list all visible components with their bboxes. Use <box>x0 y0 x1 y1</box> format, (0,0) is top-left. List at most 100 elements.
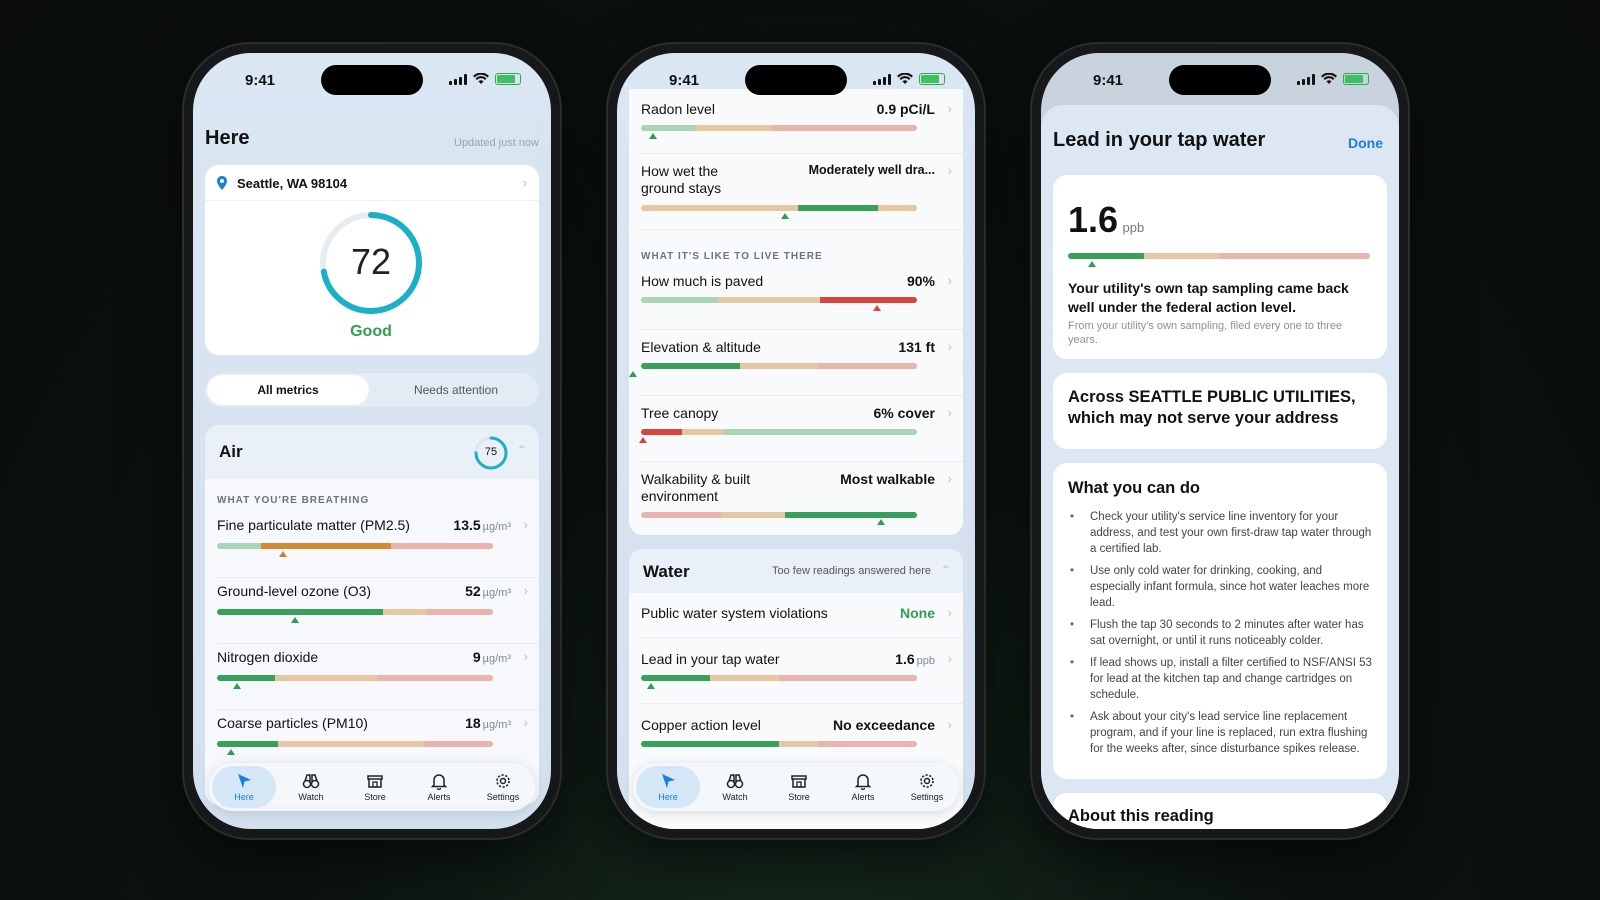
divider <box>641 153 963 154</box>
metric-value: 13.5 µg/m³ <box>453 517 511 533</box>
metric-name: Tree canopy <box>641 405 719 421</box>
sheet-title: Lead in your tap water <box>1053 129 1266 151</box>
seg-all-metrics[interactable]: All metrics <box>207 375 369 405</box>
metric-row-copper[interactable]: Copper action level No exceedance › <box>629 711 963 767</box>
tab-store[interactable]: Store <box>767 763 831 811</box>
chevron-right-icon: › <box>947 163 952 178</box>
page-title: Here <box>205 127 250 149</box>
metric-marker <box>233 683 241 689</box>
metric-value: 9 µg/m³ <box>472 649 511 665</box>
metric-bar <box>641 363 917 369</box>
tab-store[interactable]: Store <box>343 763 407 811</box>
phone-lead-detail: 9:41 Lead in your tap water Done 1.6 ppb… <box>1032 44 1408 838</box>
gear-icon <box>496 774 510 788</box>
metric-name: Copper action level <box>641 717 761 733</box>
metric-row-wet-ground[interactable]: How wet the ground stays Moderately well… <box>629 157 963 227</box>
metric-row-paved[interactable]: How much is paved 90% › <box>629 267 963 323</box>
metric-name: Elevation & altitude <box>641 339 761 355</box>
metric-marker <box>227 749 235 755</box>
chevron-right-icon: › <box>947 405 952 420</box>
metric-bar <box>217 741 493 747</box>
metric-marker <box>279 551 287 557</box>
metric-row-pm25[interactable]: Fine particulate matter (PM2.5) 13.5 µg/m… <box>205 513 539 577</box>
chevron-up-icon: ⌃ <box>940 563 951 578</box>
metric-row-tree-canopy[interactable]: Tree canopy 6% cover › <box>629 399 963 455</box>
metric-value: Moderately well dra... <box>808 163 935 177</box>
air-card: Air 75 ⌃ WHAT YOU'RE BREATHING Fine part… <box>205 425 539 805</box>
metric-bar <box>217 543 493 549</box>
dynamic-island <box>1169 65 1271 95</box>
air-header[interactable]: Air 75 ⌃ <box>205 425 539 479</box>
bell-icon <box>854 774 872 790</box>
done-button[interactable]: Done <box>1348 135 1383 151</box>
location-pin-icon <box>217 176 227 190</box>
metric-row-lead[interactable]: Lead in your tap water 1.6 ppb › <box>629 645 963 701</box>
signal-icon <box>873 73 891 85</box>
metric-value: No exceedance <box>833 717 935 733</box>
battery-icon <box>495 73 521 85</box>
metric-bar <box>641 741 917 747</box>
chevron-right-icon: › <box>947 717 952 732</box>
score-label: Good <box>350 323 392 340</box>
divider <box>641 637 963 638</box>
metric-name: Lead in your tap water <box>641 651 780 667</box>
tab-watch[interactable]: Watch <box>703 763 767 811</box>
todo-item: If lead shows up, install a filter certi… <box>1068 655 1373 703</box>
location-card: Seattle, WA 98104 › 72 Good <box>205 165 539 355</box>
metric-marker <box>781 213 789 219</box>
water-title: Water <box>643 562 690 581</box>
navigation-arrow-icon <box>238 774 251 788</box>
tab-settings[interactable]: Settings <box>895 763 959 811</box>
metric-marker <box>877 519 885 525</box>
metric-value: 6% cover <box>873 405 935 421</box>
live-section-label: WHAT IT'S LIKE TO LIVE THERE <box>641 251 823 262</box>
score-value: 72 <box>350 241 392 282</box>
divider <box>641 703 963 704</box>
metric-row-ozone[interactable]: Ground-level ozone (O3) 52 µg/m³ › <box>205 581 539 645</box>
todo-list: Check your utility's service line invent… <box>1068 509 1373 763</box>
phone-screen: 9:41 Here Updated just now Seattle, WA 9… <box>193 53 551 829</box>
tab-here[interactable]: Here <box>212 766 276 808</box>
phone-screen: 9:41 Lead in your tap water Done 1.6 ppb… <box>1041 53 1399 829</box>
seg-needs-attention[interactable]: Needs attention <box>375 375 537 405</box>
about-card[interactable]: About this reading <box>1053 793 1387 829</box>
air-section-label: WHAT YOU'RE BREATHING <box>217 495 370 506</box>
binoculars-icon <box>726 774 744 789</box>
todo-card: What you can do Check your utility's ser… <box>1053 463 1387 779</box>
bell-icon <box>430 774 448 790</box>
metric-name: Fine particulate matter (PM2.5) <box>217 517 410 533</box>
tab-here[interactable]: Here <box>636 766 700 808</box>
water-header[interactable]: Water Too few readings answered here ⌃ <box>629 549 963 593</box>
divider <box>217 643 539 644</box>
chevron-right-icon: › <box>947 471 952 486</box>
metric-bar <box>217 609 493 615</box>
chevron-right-icon: › <box>947 339 952 354</box>
metric-row-no2[interactable]: Nitrogen dioxide 9 µg/m³ › <box>205 647 539 711</box>
metric-row-elevation[interactable]: Elevation & altitude 131 ft › <box>629 333 963 389</box>
status-time: 9:41 <box>1093 72 1124 89</box>
status-bar: 9:41 <box>617 53 975 105</box>
reading-marker <box>1088 261 1096 267</box>
location-row[interactable]: Seattle, WA 98104 › <box>205 165 539 201</box>
status-time: 9:41 <box>669 72 700 89</box>
tab-alerts[interactable]: Alerts <box>831 763 895 811</box>
todo-title: What you can do <box>1068 479 1200 497</box>
metric-value: 52 µg/m³ <box>465 583 511 599</box>
metric-marker <box>647 683 655 689</box>
signal-icon <box>1297 73 1315 85</box>
signal-icon <box>449 73 467 85</box>
todo-item: Flush the tap 30 seconds to 2 minutes af… <box>1068 617 1373 649</box>
metric-row-walkability[interactable]: Walkability & built environment Most wal… <box>629 465 963 531</box>
chevron-right-icon: › <box>523 517 528 532</box>
tab-settings[interactable]: Settings <box>471 763 535 811</box>
location-label: Seattle, WA 98104 <box>237 176 348 191</box>
chevron-right-icon: › <box>947 605 952 620</box>
chevron-up-icon: ⌃ <box>516 443 527 458</box>
status-time: 9:41 <box>245 72 276 89</box>
reading-bar <box>1068 253 1370 259</box>
environment-card: Radon level 0.9 pCi/L › How wet the grou… <box>629 89 963 535</box>
dynamic-island <box>321 65 423 95</box>
metric-row-violations[interactable]: Public water system violations None › <box>629 599 963 639</box>
tab-alerts[interactable]: Alerts <box>407 763 471 811</box>
tab-watch[interactable]: Watch <box>279 763 343 811</box>
